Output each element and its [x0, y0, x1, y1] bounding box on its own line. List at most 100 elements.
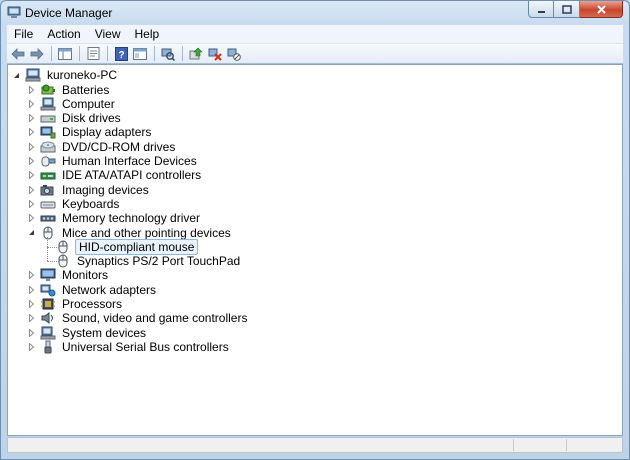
- maximize-icon: [561, 4, 572, 14]
- tree-item[interactable]: HID-compliant mouse: [42, 238, 199, 255]
- tree-item-label: Sound, video and game controllers: [62, 311, 248, 326]
- minimize-button[interactable]: [528, 1, 554, 18]
- expand-arrow-icon[interactable]: [27, 142, 36, 151]
- expand-arrow-icon[interactable]: [27, 285, 36, 294]
- monitor-icon: [40, 268, 56, 282]
- tree-item[interactable]: Network adapters: [27, 283, 158, 297]
- tree-item[interactable]: Computer: [27, 97, 117, 111]
- tree-item[interactable]: Universal Serial Bus controllers: [27, 340, 231, 354]
- tree-item-label: Imaging devices: [62, 182, 149, 197]
- tree-item-label: Keyboards: [62, 196, 120, 211]
- menu-view[interactable]: View: [88, 27, 128, 41]
- console-icon: [58, 47, 72, 60]
- tree-item-label: System devices: [62, 325, 147, 340]
- tree-item[interactable]: Monitors: [27, 268, 110, 282]
- back-button[interactable]: [9, 45, 27, 63]
- tree-connector: [47, 246, 59, 248]
- update-driver-button[interactable]: [187, 45, 205, 63]
- expand-arrow-icon[interactable]: [27, 185, 36, 194]
- expand-arrow-icon[interactable]: [27, 85, 36, 94]
- view-button[interactable]: [131, 45, 149, 63]
- disk-drive-icon: [40, 111, 56, 125]
- disable-button[interactable]: [225, 45, 243, 63]
- show-hide-console-tree-button[interactable]: [56, 45, 74, 63]
- tree-item[interactable]: Imaging devices: [27, 183, 151, 197]
- tree-item-label: Universal Serial Bus controllers: [62, 339, 229, 354]
- toolbar-separator: [51, 46, 52, 61]
- menu-action[interactable]: Action: [40, 27, 87, 41]
- expand-arrow-icon[interactable]: [27, 314, 36, 323]
- collapse-arrow-icon[interactable]: [27, 228, 36, 237]
- tree-item[interactable]: Processors: [27, 297, 124, 311]
- toolbar-separator: [79, 46, 80, 61]
- title-bar[interactable]: Device Manager: [1, 1, 629, 25]
- expand-arrow-icon[interactable]: [27, 128, 36, 137]
- tree-item[interactable]: DVD/CD-ROM drives: [27, 140, 177, 154]
- expand-arrow-icon[interactable]: [27, 214, 36, 223]
- expand-arrow-icon[interactable]: [27, 157, 36, 166]
- camera-icon: [40, 183, 56, 197]
- tree-item-label: Batteries: [62, 82, 110, 97]
- tree-item-label: Processors: [62, 297, 123, 311]
- tree-root[interactable]: kuroneko-PC: [12, 68, 119, 82]
- disable-icon: [227, 48, 241, 61]
- usb-icon: [40, 340, 56, 354]
- minimize-icon: [537, 10, 545, 13]
- maximize-button[interactable]: [554, 1, 580, 18]
- tree-item[interactable]: Keyboards: [27, 197, 121, 211]
- scan-hardware-icon: [161, 48, 175, 61]
- keyboard-icon: [40, 197, 56, 211]
- tree-item-label: Human Interface Devices: [62, 154, 197, 168]
- system-device-icon: [40, 326, 56, 340]
- tree-item[interactable]: Sound, video and game controllers: [27, 311, 249, 325]
- expand-arrow-icon[interactable]: [27, 171, 36, 180]
- tree-connector: [47, 236, 48, 262]
- menu-file[interactable]: File: [7, 27, 40, 41]
- expand-arrow-icon[interactable]: [27, 199, 36, 208]
- close-button[interactable]: [580, 1, 623, 18]
- scan-hardware-button[interactable]: [159, 45, 177, 63]
- status-divider: [513, 439, 514, 451]
- expand-arrow-icon[interactable]: [27, 114, 36, 123]
- tree-item[interactable]: Human Interface Devices: [27, 154, 199, 168]
- toolbar-separator: [154, 46, 155, 61]
- network-adapter-icon: [40, 283, 56, 297]
- tree-item-label: Display adapters: [62, 125, 152, 140]
- processor-icon: [40, 297, 56, 311]
- device-tree[interactable]: kuroneko-PC Batteries Computer Disk drives…: [7, 64, 623, 436]
- tree-item[interactable]: Batteries: [27, 83, 111, 97]
- expand-arrow-icon[interactable]: [27, 99, 36, 108]
- expand-arrow-icon[interactable]: [27, 328, 36, 337]
- caption-buttons: [528, 1, 623, 19]
- tree-item[interactable]: IDE ATA/ATAPI controllers: [27, 168, 203, 182]
- tree-item[interactable]: Disk drives: [27, 111, 123, 125]
- tree-item[interactable]: Mice and other pointing devices: [27, 226, 233, 240]
- tree-item[interactable]: System devices: [27, 326, 148, 340]
- forward-button[interactable]: [28, 45, 46, 63]
- expand-arrow-icon[interactable]: [27, 342, 36, 351]
- expand-arrow-icon[interactable]: [27, 271, 36, 280]
- back-arrow-icon: [11, 47, 25, 60]
- uninstall-button[interactable]: [206, 45, 224, 63]
- tree-item[interactable]: Display adapters: [27, 125, 153, 139]
- properties-icon: [87, 47, 99, 60]
- toolbar-separator: [182, 46, 183, 61]
- expand-arrow-icon[interactable]: [27, 300, 36, 309]
- help-button[interactable]: ?: [112, 45, 130, 63]
- tree-item-label: HID-compliant mouse: [75, 238, 199, 255]
- tree-item-label: IDE ATA/ATAPI controllers: [62, 168, 202, 183]
- tree-item-label: Mice and other pointing devices: [62, 225, 231, 240]
- computer-icon: [25, 68, 41, 82]
- tree-item[interactable]: Synaptics PS/2 Port TouchPad: [42, 254, 242, 268]
- display-adapter-icon: [40, 125, 56, 139]
- update-driver-icon: [189, 47, 203, 59]
- sound-icon: [40, 311, 56, 325]
- menu-help[interactable]: Help: [128, 27, 167, 41]
- tree-item[interactable]: Memory technology driver: [27, 211, 202, 225]
- status-divider: [566, 439, 567, 451]
- properties-button[interactable]: [84, 45, 102, 63]
- dvd-drive-icon: [40, 140, 56, 154]
- device-manager-app-icon: [7, 6, 21, 18]
- collapse-arrow-icon[interactable]: [12, 71, 21, 80]
- view-icon: [133, 47, 147, 60]
